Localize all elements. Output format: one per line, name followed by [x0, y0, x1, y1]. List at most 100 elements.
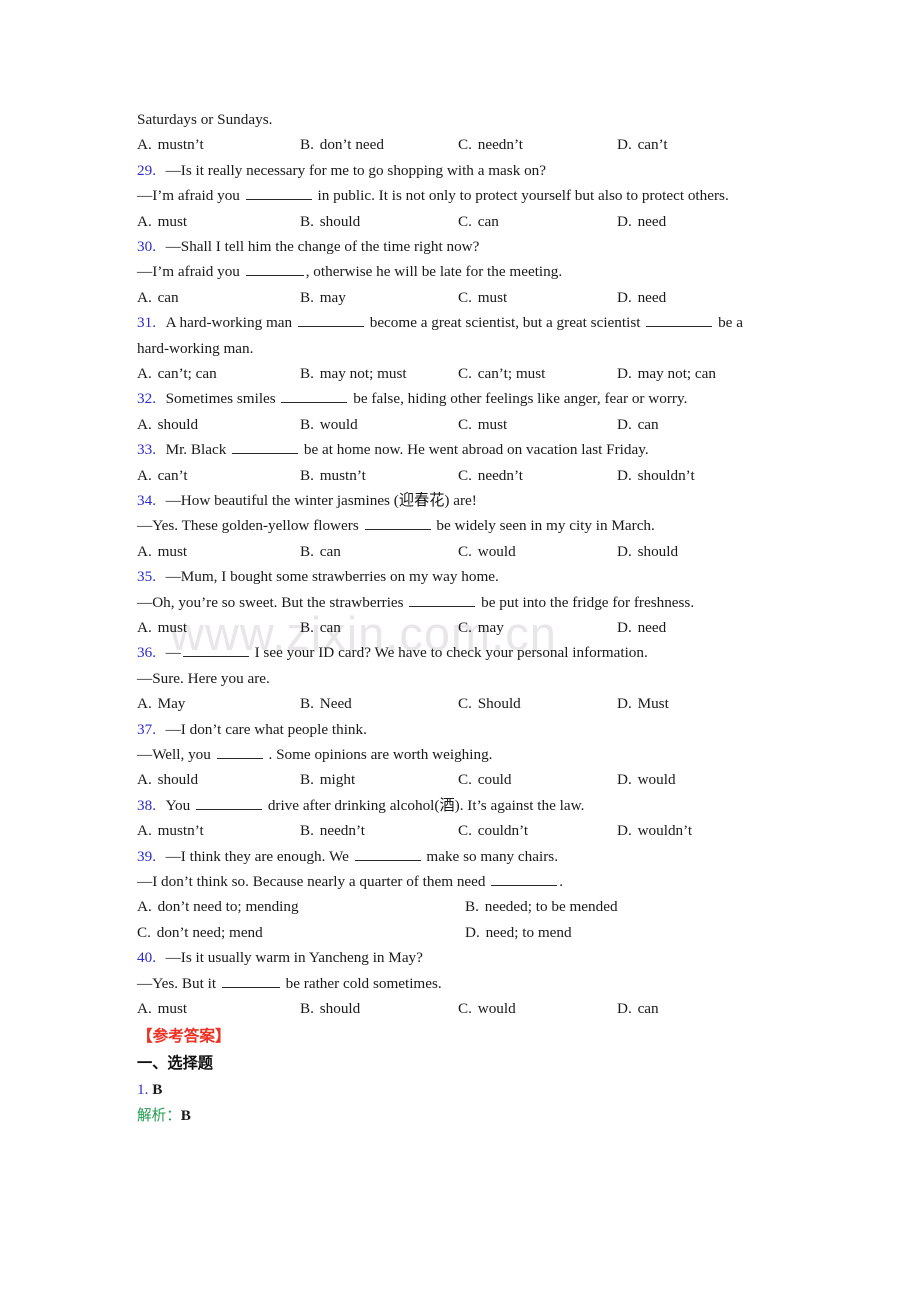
- question-34-option-c[interactable]: C would: [458, 539, 516, 564]
- question-38-stem: 38. You drive after drinking alcohol(酒).…: [137, 793, 785, 818]
- question-35-option-a[interactable]: A must: [137, 615, 187, 640]
- question-29-option-b[interactable]: B should: [300, 209, 360, 234]
- question-30-option-c[interactable]: C must: [458, 285, 507, 310]
- question-36-blank[interactable]: [182, 642, 249, 658]
- question-30-option-b-text: may: [319, 288, 346, 306]
- question-31-stem-line-2: hard-working man.: [137, 339, 254, 357]
- question-29-blank[interactable]: [245, 185, 312, 201]
- question-34-option-b-letter: B: [300, 543, 314, 560]
- question-36-option-b-letter: B: [300, 695, 314, 712]
- question-39-blank-1[interactable]: [354, 846, 421, 861]
- question-33-option-d[interactable]: D shouldn’t: [617, 463, 695, 488]
- question-38-option-b-letter: B: [300, 822, 314, 839]
- question-32-option-c[interactable]: C must: [458, 412, 507, 437]
- question-40-stem-post: be rather cold sometimes.: [285, 974, 442, 992]
- question-36-option-c[interactable]: C Should: [458, 691, 521, 716]
- question-37-option-d[interactable]: D would: [617, 767, 676, 792]
- option-b[interactable]: B don’t need: [300, 132, 384, 157]
- question-40-option-b[interactable]: B should: [300, 996, 360, 1021]
- question-34-option-d[interactable]: D should: [617, 539, 678, 564]
- question-36-option-c-text: Should: [477, 695, 521, 713]
- question-35-option-b-letter: B: [300, 619, 314, 636]
- question-31-blank-1[interactable]: [297, 312, 364, 328]
- question-36-option-b[interactable]: B Need: [300, 691, 352, 716]
- question-40-option-a[interactable]: A must: [137, 996, 187, 1021]
- question-35-option-c-letter: C: [458, 619, 472, 636]
- question-31-blank-2[interactable]: [646, 312, 713, 328]
- question-32-blank[interactable]: [281, 388, 348, 404]
- question-38-option-b[interactable]: B needn’t: [300, 818, 365, 843]
- question-29-option-a[interactable]: A must: [137, 209, 187, 234]
- question-33-option-c[interactable]: C needn’t: [458, 463, 523, 488]
- question-40-blank[interactable]: [221, 973, 280, 988]
- analysis-label: 解析：: [137, 1107, 181, 1125]
- question-35-stem-line-2: —Oh, you’re so sweet. But the strawberri…: [137, 590, 785, 615]
- question-33-option-a-letter: A: [137, 467, 152, 484]
- question-34-option-a-text: must: [157, 542, 188, 560]
- question-32-option-d[interactable]: D can: [617, 412, 659, 437]
- question-38-option-c[interactable]: C couldn’t: [458, 818, 528, 843]
- question-36-option-d[interactable]: D Must: [617, 691, 669, 716]
- question-34-option-b[interactable]: B can: [300, 539, 341, 564]
- question-32-option-a[interactable]: A should: [137, 412, 198, 437]
- question-38-option-b-text: needn’t: [319, 822, 366, 840]
- question-37-option-a[interactable]: A should: [137, 767, 198, 792]
- question-29-stem-line-1: 29. —Is it really necessary for me to go…: [137, 158, 785, 183]
- question-31-option-d-text: may not; can: [637, 365, 717, 383]
- question-38-blank[interactable]: [196, 795, 263, 810]
- question-34-option-d-letter: D: [617, 543, 632, 560]
- question-33-blank[interactable]: [232, 439, 299, 455]
- question-32-option-b[interactable]: B would: [300, 412, 358, 437]
- question-33-option-a[interactable]: A can’t: [137, 463, 188, 488]
- question-35-option-c[interactable]: C may: [458, 615, 504, 640]
- continued-sentence: Saturdays or Sundays.: [137, 111, 273, 128]
- question-36-option-d-text: Must: [637, 695, 669, 713]
- option-d[interactable]: D can’t: [617, 132, 668, 157]
- question-29-option-d[interactable]: D need: [617, 209, 666, 234]
- question-40-option-c[interactable]: C would: [458, 996, 516, 1021]
- option-c[interactable]: C needn’t: [458, 132, 523, 157]
- question-36-option-a-letter: A: [137, 695, 152, 712]
- question-35-blank[interactable]: [409, 592, 476, 607]
- question-38-option-a[interactable]: A mustn’t: [137, 818, 204, 843]
- question-34-option-a[interactable]: A must: [137, 539, 187, 564]
- question-39-option-c[interactable]: C don’t need; mend: [137, 920, 263, 945]
- question-29-stem-line-2: —I’m afraid you in public. It is not onl…: [137, 183, 785, 208]
- question-39-blank-2[interactable]: [491, 871, 558, 887]
- question-35-option-c-text: may: [477, 619, 504, 637]
- question-39-option-a[interactable]: A don’t need to; mending: [137, 894, 299, 919]
- question-29-option-c[interactable]: C can: [458, 209, 499, 234]
- answer-item-1-value: B: [152, 1081, 163, 1099]
- question-30-option-d[interactable]: D need: [617, 285, 666, 310]
- question-37-option-c-letter: C: [458, 771, 472, 788]
- question-36-option-a[interactable]: A May: [137, 691, 185, 716]
- question-35-option-d[interactable]: D need: [617, 615, 666, 640]
- question-35-option-b[interactable]: B can: [300, 615, 341, 640]
- question-39-option-d[interactable]: D need; to mend: [465, 920, 572, 945]
- question-34-blank[interactable]: [364, 515, 431, 531]
- question-40-option-d[interactable]: D can: [617, 996, 659, 1021]
- document-body: Saturdays or Sundays. A mustn’t B don’t …: [137, 107, 785, 1129]
- options-row-orphan: A mustn’t B don’t need C needn’t D can’t: [137, 132, 785, 157]
- question-38-stem-post: drive after drinking alcohol(酒). It’s ag…: [267, 796, 585, 814]
- question-31-option-d[interactable]: D may not; can: [617, 361, 716, 386]
- question-37-option-b-text: might: [319, 771, 356, 789]
- question-38-option-c-text: couldn’t: [477, 822, 529, 840]
- question-39-option-b[interactable]: B needed; to be mended: [465, 894, 618, 919]
- question-34-option-d-text: should: [637, 542, 679, 560]
- question-37-option-c[interactable]: C could: [458, 767, 511, 792]
- question-37-option-b[interactable]: B might: [300, 767, 355, 792]
- question-31-option-b[interactable]: B may not; must: [300, 361, 407, 386]
- question-34-option-c-text: would: [477, 542, 516, 560]
- question-31-option-c[interactable]: C can’t; must: [458, 361, 545, 386]
- question-30-blank[interactable]: [245, 261, 304, 277]
- question-33-option-b[interactable]: B mustn’t: [300, 463, 366, 488]
- question-36-dash: —: [165, 644, 181, 662]
- question-30-option-a[interactable]: A can: [137, 285, 179, 310]
- question-38-option-d[interactable]: D wouldn’t: [617, 818, 692, 843]
- question-31-option-a[interactable]: A can’t; can: [137, 361, 217, 386]
- question-37-blank[interactable]: [216, 744, 263, 760]
- option-a[interactable]: A mustn’t: [137, 132, 204, 157]
- question-30-stem-line-2: —I’m afraid you , otherwise he will be l…: [137, 259, 785, 284]
- question-30-option-b[interactable]: B may: [300, 285, 346, 310]
